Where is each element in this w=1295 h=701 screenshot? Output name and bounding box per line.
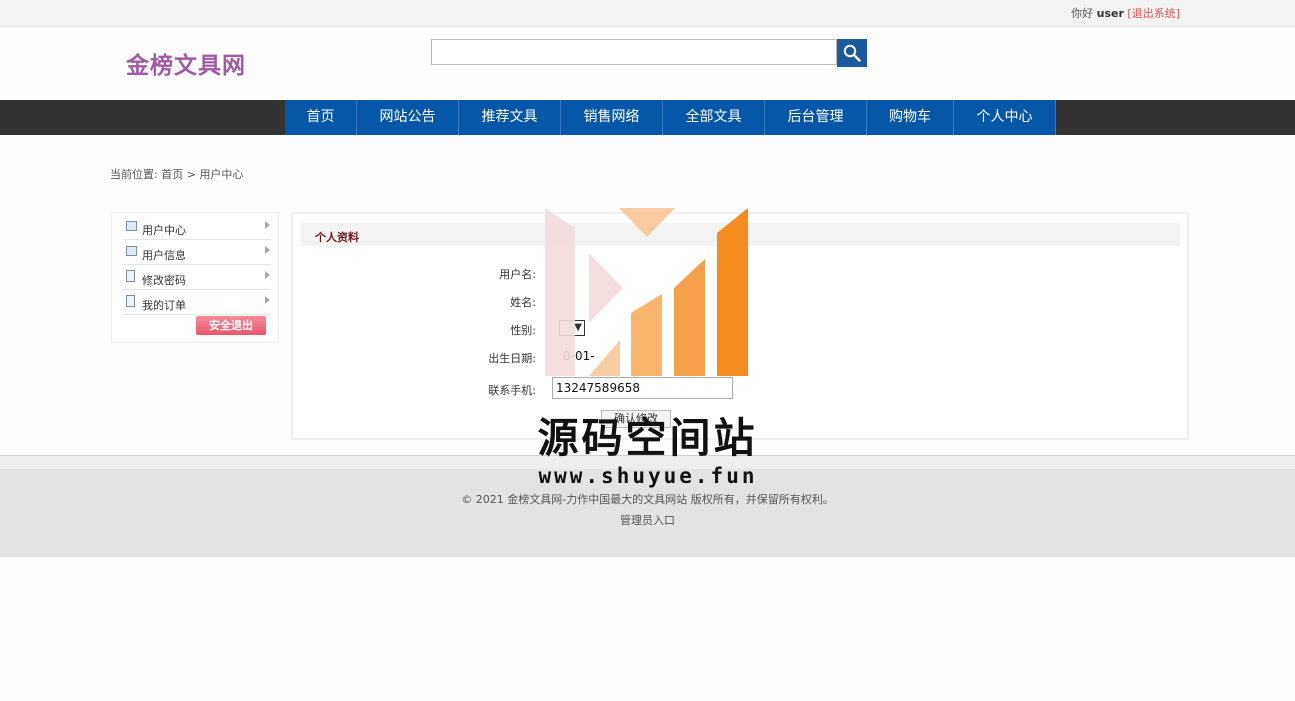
nav-item-profile[interactable]: 个人中心 — [954, 100, 1056, 135]
phone-label: 联系手机: — [488, 384, 536, 397]
sidebar-item-user-info[interactable]: 用户信息 — [123, 240, 271, 265]
breadcrumb-prefix: 当前位置: — [110, 168, 158, 181]
arrow-right-icon — [265, 296, 270, 304]
panel-title: 个人资料 — [315, 231, 359, 244]
card-icon — [126, 246, 137, 256]
nav-item-recommended[interactable]: 推荐文具 — [459, 100, 561, 135]
site-logo[interactable]: 金榜文具网 — [126, 46, 246, 80]
nav-item-sales-network[interactable]: 销售网络 — [561, 100, 663, 135]
username-label: 用户名: — [499, 268, 536, 281]
sidebar-item-label: 用户中心 — [142, 224, 186, 237]
sidebar-item-my-orders[interactable]: 我的订单 — [123, 290, 271, 315]
watermark-url: www.shuyue.fun — [538, 464, 758, 488]
nav-item-cart[interactable]: 购物车 — [867, 100, 954, 135]
safe-logout-button[interactable]: 安全退出 — [196, 316, 266, 335]
arrow-right-icon — [265, 246, 270, 254]
search-button[interactable] — [837, 39, 867, 67]
search-icon — [843, 44, 861, 62]
top-bar: 你好 user [退出系统] — [0, 0, 1295, 27]
username-text: user — [1096, 7, 1124, 20]
arrow-right-icon — [265, 221, 270, 229]
nav-item-all-stationery[interactable]: 全部文具 — [663, 100, 765, 135]
admin-entry-link: 管理员入口 — [0, 512, 1295, 528]
name-label: 姓名: — [510, 296, 536, 309]
sidebar-item-user-center[interactable]: 用户中心 — [123, 215, 271, 240]
main-navbar: 首页 网站公告 推荐文具 销售网络 全部文具 后台管理 购物车 个人中心 — [0, 100, 1295, 135]
logout-link[interactable]: [退出系统] — [1127, 7, 1180, 20]
nav-item-announcements[interactable]: 网站公告 — [357, 100, 459, 135]
user-status: 你好 user [退出系统] — [1071, 5, 1180, 21]
nav-item-admin[interactable]: 后台管理 — [765, 100, 867, 135]
document-icon — [126, 295, 135, 307]
document-icon — [126, 270, 135, 282]
sidebar-item-label: 修改密码 — [142, 274, 186, 287]
sidebar-item-label: 我的订单 — [142, 299, 186, 312]
breadcrumb-home[interactable]: 首页 — [161, 168, 183, 181]
phone-input[interactable]: 13247589658 — [552, 377, 733, 399]
footer-copyright: © 2021 金榜文具网-力作中国最大的文具网站 版权所有，并保留所有权利。 — [461, 493, 834, 506]
watermark-title: 源码空间站 — [537, 414, 758, 462]
user-sidebar: 用户中心 用户信息 修改密码 我的订单 安全退出 — [111, 212, 279, 343]
main-nav: 首页 网站公告 推荐文具 销售网络 全部文具 后台管理 购物车 个人中心 — [285, 100, 1056, 135]
arrow-right-icon — [265, 271, 270, 279]
breadcrumb-separator: > — [186, 168, 196, 181]
breadcrumb: 当前位置: 首页 > 用户中心 — [110, 166, 243, 182]
gender-label: 性别: — [510, 324, 536, 337]
nav-item-home[interactable]: 首页 — [285, 100, 357, 135]
admin-entry-link-text[interactable]: 管理员入口 — [620, 514, 675, 527]
search-input[interactable] — [431, 39, 837, 65]
card-icon — [126, 221, 137, 231]
sidebar-item-label: 用户信息 — [142, 249, 186, 262]
breadcrumb-current: 用户中心 — [199, 168, 244, 181]
birth-date-label: 出生日期: — [488, 352, 536, 365]
watermark-logo — [545, 208, 748, 376]
greeting-text: 你好 — [1071, 7, 1094, 20]
sidebar-item-change-password[interactable]: 修改密码 — [123, 265, 271, 290]
